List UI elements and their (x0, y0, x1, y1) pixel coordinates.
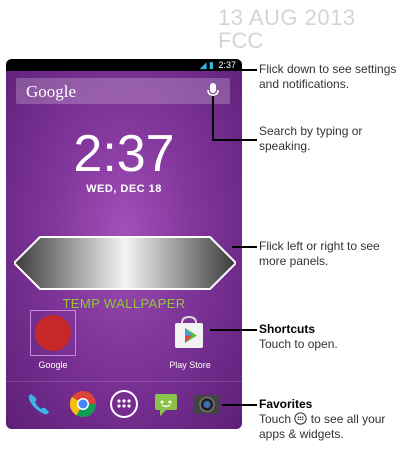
home-screen: Google 2:37 WED, DEC 18 TEMP WALLPAPER G… (6, 71, 242, 429)
callout-search: Search by typing or speaking. (259, 124, 363, 153)
callout-favorites-touch: Touch (259, 412, 292, 426)
phone-screen: ◢ ▮ 2:37 Google 2:37 WED, DEC 18 TEMP WA… (6, 59, 242, 429)
google-search-icon (35, 315, 71, 351)
play-store-icon[interactable] (172, 315, 206, 349)
callout-panels: Flick left or right to see more panels. (259, 239, 380, 268)
messaging-icon[interactable] (151, 389, 181, 419)
callout-favorites-title: Favorites (259, 397, 313, 411)
google-logo: Google (26, 82, 77, 101)
leader-line-search-v (212, 96, 214, 140)
leader-line-panels (232, 246, 257, 248)
leader-line-search-h (212, 139, 257, 141)
favorites-dock (6, 381, 242, 429)
battery-icon: ▮ (209, 60, 214, 70)
all-apps-icon (294, 412, 308, 425)
clock-widget[interactable]: 2:37 (6, 126, 242, 182)
leader-line-shortcuts (210, 329, 257, 331)
leader-line-favorites (222, 404, 257, 406)
camera-icon[interactable] (192, 389, 222, 419)
app-google[interactable] (30, 310, 76, 356)
all-apps-icon[interactable] (109, 389, 139, 419)
chrome-icon[interactable] (68, 389, 98, 419)
wallpaper-label: TEMP WALLPAPER (62, 296, 186, 311)
app-google-label: Google (38, 360, 68, 370)
callout-shortcuts-title: Shortcuts (259, 322, 316, 336)
app-play-store-label: Play Store (169, 360, 211, 370)
date-label: WED, DEC 18 (86, 183, 162, 195)
status-icons: ◢ ▮ 2:37 (200, 60, 236, 70)
fcc-stamp-code: FCC (218, 28, 264, 53)
clock-hours: 2 (73, 125, 103, 183)
callout-notifications: Flick down to see settings and notificat… (259, 62, 397, 91)
callout-shortcuts-text: Touch to open. (259, 337, 338, 351)
panel-indicator[interactable] (14, 235, 236, 291)
phone-icon[interactable] (24, 389, 54, 419)
fcc-stamp-date: 13 AUG 2013 (218, 5, 356, 30)
signal-icon: ◢ (199, 60, 207, 70)
callout-favorites: Favorites Touch to see all your apps & w… (259, 397, 409, 442)
callout-shortcuts: Shortcuts Touch to open. (259, 322, 409, 352)
clock-minutes: :37 (102, 125, 175, 183)
status-bar[interactable]: ◢ ▮ 2:37 (6, 59, 242, 71)
google-search-bar[interactable]: Google (16, 78, 230, 104)
leader-line-notifications (232, 69, 257, 71)
